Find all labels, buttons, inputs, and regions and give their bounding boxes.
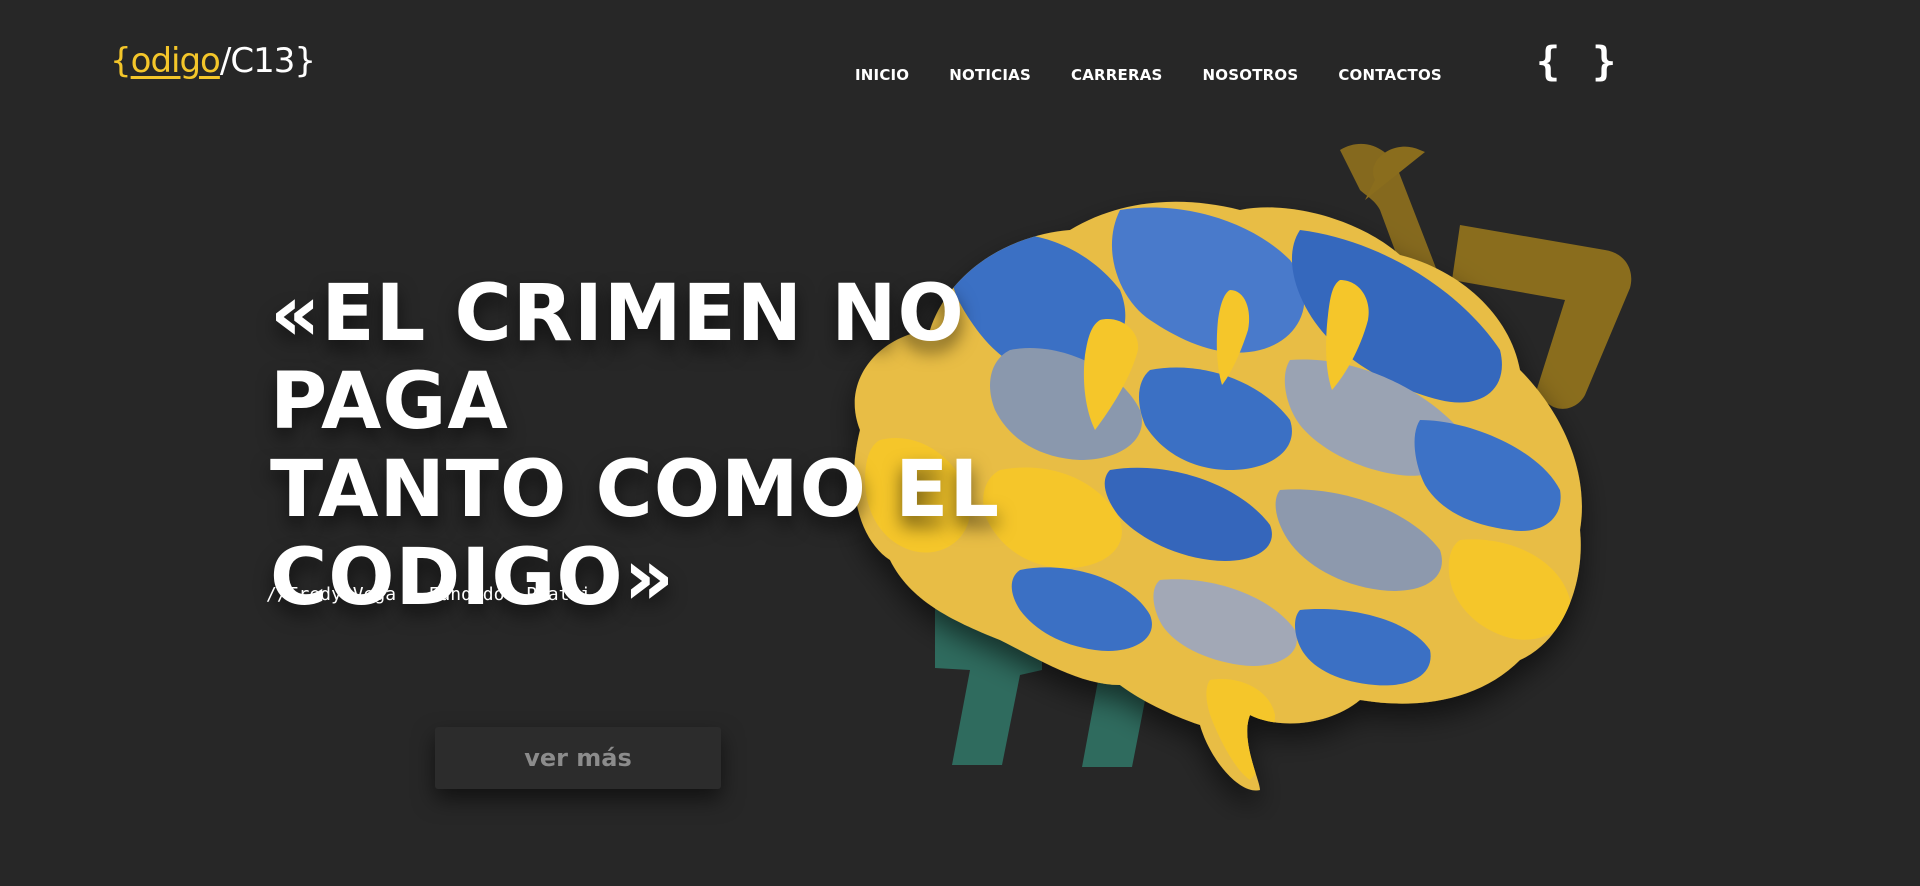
braces-icon[interactable]: { }: [1536, 42, 1620, 82]
nav-item-nosotros[interactable]: NOSOTROS: [1203, 66, 1299, 84]
quote-author: //Fredy Vega – Fundador Platzi: [266, 584, 592, 605]
logo[interactable]: { odigo / C13 }: [110, 41, 316, 81]
logo-slash: /: [219, 41, 232, 81]
logo-code: C13: [230, 41, 295, 81]
nav-item-carreras[interactable]: CARRERAS: [1071, 66, 1163, 84]
logo-close-brace: }: [294, 41, 316, 81]
main-nav: INICIO NOTICIAS CARRERAS NOSOTROS CONTAC…: [855, 66, 1442, 84]
logo-open-brace: {: [110, 41, 132, 81]
logo-word: odigo: [130, 41, 221, 81]
hero-quote-line-2: TANTO COMO EL: [270, 445, 1001, 535]
nav-item-inicio[interactable]: INICIO: [855, 66, 909, 84]
ver-mas-button[interactable]: ver más: [435, 727, 721, 789]
nav-item-contactos[interactable]: CONTACTOS: [1338, 66, 1442, 84]
hero-quote-line-3: CODIGO»: [270, 533, 676, 623]
hero-quote-line-1: «EL CRIMEN NO PAGA: [270, 269, 965, 447]
nav-item-noticias[interactable]: NOTICIAS: [949, 66, 1031, 84]
hero-quote: «EL CRIMEN NO PAGA TANTO COMO EL CODIGO»: [270, 270, 1170, 622]
